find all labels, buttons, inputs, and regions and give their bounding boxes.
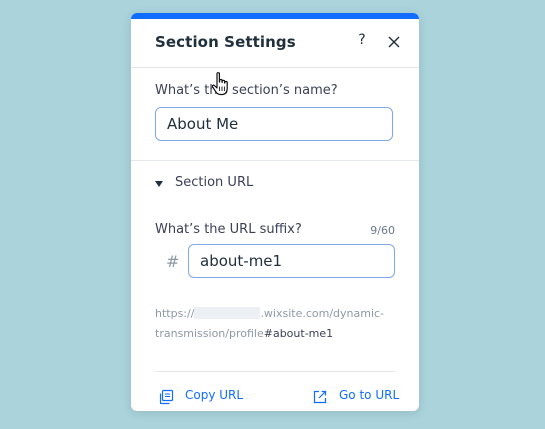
url-path: transmission/profile — [155, 327, 264, 340]
url-preview-line-1: https:// .wixsite.com/dynamic- — [155, 304, 395, 324]
section-name-group: What’s this section’s name? About Me — [131, 68, 419, 161]
redacted-site-name — [194, 307, 261, 319]
caret-down-icon — [155, 181, 163, 187]
url-suffix-input[interactable]: about-me1 — [188, 244, 395, 278]
panel-title: Section Settings — [155, 33, 296, 51]
copy-url-label: Copy URL — [185, 388, 244, 402]
url-suffix-label: What’s the URL suffix? — [155, 222, 302, 237]
external-link-icon — [313, 390, 327, 404]
close-button[interactable] — [386, 34, 402, 50]
url-preview: https:// .wixsite.com/dynamic- transmissi… — [155, 304, 395, 344]
help-button[interactable]: ? — [354, 32, 370, 50]
go-to-url-label: Go to URL — [339, 388, 400, 402]
url-suffix-char-counter: 9/60 — [370, 224, 395, 237]
hand-pointer-icon — [211, 72, 228, 96]
section-url-toggle-label: Section URL — [175, 175, 254, 190]
section-url-group: Section URL What’s the URL suffix? 9/60 … — [131, 161, 419, 411]
footer-divider — [155, 371, 395, 372]
panel-header: Section Settings ? — [131, 19, 419, 68]
hash-symbol: # — [166, 252, 180, 271]
section-name-label: What’s this section’s name? — [155, 83, 338, 98]
section-name-input[interactable]: About Me — [155, 107, 393, 141]
url-prefix: https:// — [155, 307, 195, 320]
close-icon — [388, 36, 400, 48]
copy-icon — [159, 389, 174, 405]
section-settings-panel: Section Settings ? What’s this section’s… — [131, 13, 419, 411]
question-mark-icon: ? — [358, 32, 366, 48]
url-anchor: #about-me1 — [263, 327, 334, 340]
url-preview-line-2: transmission/profile#about-me1 — [155, 324, 395, 344]
url-domain-suffix: .wixsite.com/dynamic- — [260, 307, 385, 320]
